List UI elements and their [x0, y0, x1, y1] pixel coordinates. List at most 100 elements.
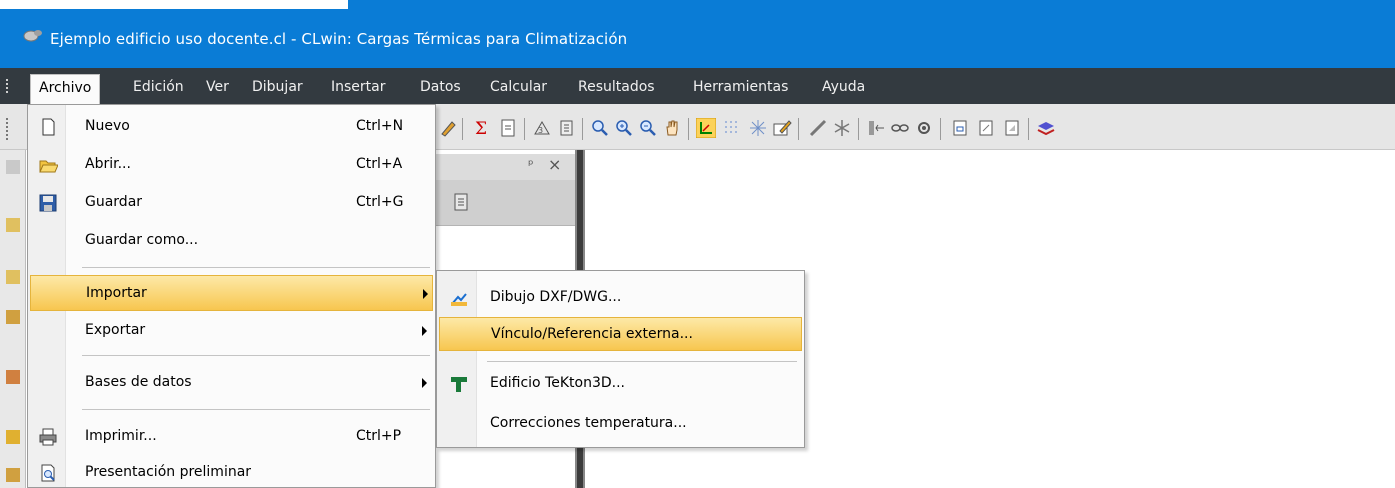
close-icon[interactable]: × — [548, 155, 561, 174]
report-icon[interactable] — [452, 192, 470, 212]
menu-item-bases-de-datos[interactable]: Bases de datos — [30, 365, 433, 401]
menu-bar: Archivo Edición Ver Dibujar Insertar Dat… — [0, 68, 1395, 104]
submenu-item-vinculo-referencia[interactable]: Vínculo/Referencia externa... — [439, 317, 802, 351]
menu-item-guardar-como[interactable]: Guardar como... — [30, 223, 433, 259]
menu-datos[interactable]: Datos — [412, 74, 469, 100]
ortho-icon[interactable] — [696, 118, 716, 138]
import-icon[interactable] — [498, 118, 518, 138]
menu-item-importar[interactable]: Importar — [30, 275, 433, 311]
tool-icon[interactable] — [6, 218, 20, 232]
tool-icon[interactable] — [6, 270, 20, 284]
gear-icon[interactable] — [914, 118, 934, 138]
menu-item-presentacion-preliminar[interactable]: Presentación preliminar — [30, 455, 433, 488]
toolbar-grip[interactable] — [6, 118, 9, 140]
submenu-arrow-icon — [423, 289, 428, 299]
layers-icon[interactable] — [1036, 118, 1056, 138]
submenu-item-label: Dibujo DXF/DWG... — [490, 289, 622, 305]
submenu-item-dxf-dwg[interactable]: Dibujo DXF/DWG... — [439, 281, 802, 315]
zoom-out-icon[interactable] — [638, 118, 658, 138]
snap-icon[interactable] — [748, 118, 768, 138]
toolbar-separator — [462, 118, 463, 140]
submenu-item-tekton3d[interactable]: Edificio TeKton3D... — [439, 367, 802, 401]
tekton-icon — [451, 377, 467, 392]
menu-item-guardar[interactable]: Guardar Ctrl+G — [30, 185, 433, 221]
window-title: Ejemplo edificio uso docente.cl - CLwin:… — [50, 30, 628, 48]
printer-icon — [39, 428, 57, 446]
link-icon[interactable] — [866, 118, 886, 138]
report-icon[interactable] — [557, 118, 577, 138]
svg-text:3: 3 — [538, 126, 543, 135]
dxf-import-icon — [451, 293, 467, 306]
import-submenu: Dibujo DXF/DWG... Vínculo/Referencia ext… — [436, 270, 805, 448]
tool-icon[interactable] — [6, 310, 20, 324]
menu-ayuda[interactable]: Ayuda — [814, 74, 873, 100]
open-folder-icon — [39, 160, 58, 173]
pin-icon[interactable]: ᵖ — [528, 158, 534, 173]
app-logo-icon — [23, 30, 42, 42]
new-file-icon — [42, 118, 55, 136]
menu-item-nuevo[interactable]: Nuevo Ctrl+N — [30, 109, 433, 145]
menu-herramientas[interactable]: Herramientas — [685, 74, 796, 100]
toolbar-separator — [940, 118, 941, 140]
menu-ver[interactable]: Ver — [198, 74, 237, 100]
menu-item-label: Importar — [86, 285, 147, 301]
tool-icon[interactable] — [6, 370, 20, 384]
submenu-item-correcciones-temperatura[interactable]: Correcciones temperatura... — [439, 407, 802, 441]
page3-icon[interactable] — [1002, 118, 1022, 138]
menu-item-label: Presentación preliminar — [85, 464, 252, 480]
ruler-icon[interactable] — [808, 118, 828, 138]
menu-dibujar[interactable]: Dibujar — [244, 74, 311, 100]
menu-item-label: Exportar — [85, 322, 146, 338]
panel-toolbar — [432, 180, 575, 226]
toolbar-separator — [524, 118, 525, 140]
menu-item-label: Guardar como... — [85, 232, 199, 248]
pencil-icon[interactable] — [438, 118, 458, 138]
submenu-item-label: Vínculo/Referencia externa... — [491, 326, 693, 342]
menu-resultados[interactable]: Resultados — [570, 74, 663, 100]
measure-icon[interactable]: 3 — [532, 118, 552, 138]
menu-bar-grip[interactable] — [6, 79, 10, 93]
menu-edicion[interactable]: Edición — [125, 74, 192, 100]
tool-icon[interactable] — [6, 160, 20, 174]
file-menu: Nuevo Ctrl+N Abrir... Ctrl+A Guardar Ctr… — [27, 104, 436, 488]
pan-hand-icon[interactable] — [662, 118, 682, 138]
toolbar-separator — [1028, 118, 1029, 140]
menu-separator — [82, 409, 430, 410]
menu-separator — [487, 361, 797, 362]
menu-item-label: Bases de datos — [85, 374, 192, 390]
menu-archivo[interactable]: Archivo — [30, 74, 101, 104]
page2-icon[interactable] — [976, 118, 996, 138]
snowflake-icon[interactable] — [832, 118, 852, 138]
toolbar-separator — [688, 118, 689, 140]
submenu-arrow-icon — [422, 378, 427, 388]
menu-item-label: Guardar — [85, 194, 143, 210]
menu-item-abrir[interactable]: Abrir... Ctrl+A — [30, 147, 433, 183]
menu-separator — [82, 267, 430, 268]
menu-insertar[interactable]: Insertar — [323, 74, 394, 100]
menu-item-exportar[interactable]: Exportar — [30, 313, 433, 349]
menu-item-label: Abrir... — [85, 156, 131, 172]
menu-calcular[interactable]: Calcular — [482, 74, 555, 100]
edit-icon[interactable] — [772, 118, 792, 138]
grid-icon[interactable] — [722, 118, 742, 138]
svg-text:Σ: Σ — [475, 119, 487, 138]
toolbar-separator — [798, 118, 799, 140]
toolbar-separator — [858, 118, 859, 140]
save-disk-icon — [39, 194, 57, 212]
menu-item-imprimir[interactable]: Imprimir... Ctrl+P — [30, 419, 433, 455]
chain-icon[interactable] — [890, 118, 910, 138]
menu-item-label: Nuevo — [85, 118, 130, 134]
menu-separator — [82, 355, 430, 356]
tool-icon[interactable] — [6, 430, 20, 444]
title-bar-top-strip — [0, 0, 348, 9]
panel-header: ᵖ × — [432, 154, 575, 180]
zoom-in-icon[interactable] — [614, 118, 634, 138]
zoom-icon[interactable] — [590, 118, 610, 138]
left-tool-strip — [0, 150, 26, 488]
shortcut-label: Ctrl+A — [356, 156, 403, 172]
shortcut-label: Ctrl+N — [356, 118, 404, 134]
page-icon[interactable] — [950, 118, 970, 138]
menu-item-label: Imprimir... — [85, 428, 157, 444]
sum-icon[interactable]: Σ — [472, 118, 492, 138]
tool-icon[interactable] — [6, 468, 20, 482]
